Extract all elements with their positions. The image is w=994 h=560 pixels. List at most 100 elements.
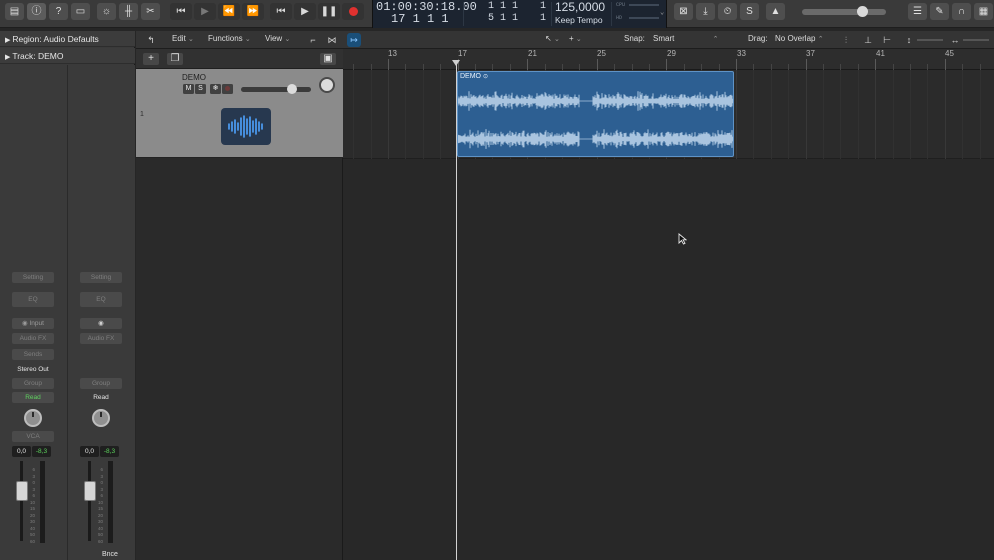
lcd-display[interactable]: 01:00:30:18.00 17 1 1 1 1 1 1 5 1 1 1 1 … [372, 0, 667, 28]
hd-meter [629, 17, 659, 19]
automation-mode-button[interactable]: Read [12, 392, 54, 403]
automation-mode-button[interactable]: Read [80, 392, 122, 403]
track-name[interactable]: DEMO [182, 73, 206, 82]
track-volume-slider[interactable] [241, 84, 311, 94]
back-arrow-icon[interactable]: ↰ [144, 33, 158, 47]
pan-knob[interactable] [24, 409, 42, 427]
group-slot[interactable]: Group [12, 378, 54, 389]
duplicate-track-icon[interactable]: ❐ [167, 53, 183, 65]
grid-line [771, 70, 772, 159]
vca-slot[interactable]: VCA [12, 431, 54, 442]
edit-menu[interactable]: Edit ⌄ [172, 34, 194, 43]
vertical-zoom-slider[interactable] [917, 39, 943, 41]
inspector-icon[interactable]: ⓘ [27, 3, 46, 20]
horizontal-zoom-slider-icon[interactable]: ↔ [948, 33, 962, 47]
channel-name[interactable]: Bnce [102, 551, 118, 558]
track-inspector-header[interactable]: ▶ Track: DEMO [0, 48, 135, 64]
vertical-zoom-icon[interactable]: ⊥ [861, 33, 875, 47]
play-from-selection-icon[interactable]: ▶ [194, 3, 216, 20]
global-tracks-icon[interactable]: ▣ [320, 53, 336, 65]
flex-icon[interactable]: ⋈ [325, 33, 339, 47]
freeze-button[interactable]: ❄ [210, 84, 221, 94]
region-inspector-header[interactable]: ▶ Region: Audio Defaults [0, 31, 135, 47]
replace-icon[interactable]: ⊠ [674, 3, 693, 20]
rewind-icon[interactable]: ⏪ [218, 3, 240, 20]
input-button[interactable]: ◉ Input [12, 318, 54, 329]
horizontal-fit-icon[interactable]: ⊢ [880, 33, 894, 47]
list-editors-icon[interactable]: ☰ [908, 3, 927, 20]
tuning-icon[interactable]: ⤓ [696, 3, 715, 20]
metronome-icon[interactable]: ▲ [766, 3, 785, 20]
bar-ruler[interactable]: 13 17 21 25 29 33 37 41 45 [343, 49, 994, 70]
horizontal-zoom-slider[interactable] [963, 39, 989, 41]
solo-button[interactable]: S [195, 84, 206, 94]
track-lane[interactable]: DEMO ⊙ [343, 70, 994, 159]
catch-playhead-icon[interactable]: ↦ [347, 33, 361, 47]
position-bars: 17 1 1 1 [391, 12, 449, 26]
link-button[interactable]: ◉ [80, 318, 122, 329]
vertical-zoom-slider-icon[interactable]: ↕ [902, 33, 916, 47]
track-pan-knob[interactable] [319, 77, 335, 93]
peak-readout: -8,3 [32, 446, 51, 457]
quick-help-icon[interactable]: ? [49, 3, 68, 20]
sends-slot[interactable]: Sends [12, 349, 54, 360]
solo-mode-icon[interactable]: S [740, 3, 759, 20]
fast-forward-icon[interactable]: ⏩ [242, 3, 264, 20]
volume-fader-track[interactable] [88, 461, 91, 541]
master-volume-slider[interactable] [802, 6, 886, 17]
volume-readout[interactable]: 0,0 [12, 446, 31, 457]
waveform-zoom-icon[interactable]: ⫶ [839, 33, 853, 47]
record-button[interactable] [342, 3, 364, 20]
grid-line [753, 70, 754, 159]
volume-fader-track[interactable] [20, 461, 23, 541]
volume-readout[interactable]: 0,0 [80, 446, 99, 457]
waveform-icon[interactable] [221, 108, 271, 145]
master-volume-knob[interactable] [857, 6, 868, 17]
lcd-menu-chevron-icon[interactable]: ⌄ [660, 8, 664, 17]
audio-fx-slot[interactable]: Audio FX [80, 333, 122, 344]
grid-line [875, 70, 876, 159]
pause-icon[interactable]: ❚❚ [318, 3, 340, 20]
go-to-position-icon[interactable]: ⏮ [270, 3, 292, 20]
eq-button[interactable]: EQ [80, 292, 122, 307]
track-volume-knob[interactable] [287, 84, 297, 94]
record-enable-button[interactable] [222, 84, 233, 94]
track-header[interactable]: 1 DEMO M S ❄ [136, 69, 343, 158]
tempo-mode: Keep Tempo [555, 15, 603, 25]
browser-icon[interactable]: ▦ [974, 3, 993, 20]
library-icon[interactable]: ▤ [5, 3, 24, 20]
bar-label-45: 45 [945, 49, 954, 58]
drag-menu[interactable]: No Overlap ⌃ [775, 34, 824, 43]
ruler-tick [806, 59, 807, 70]
playhead[interactable] [456, 61, 457, 560]
setting-button[interactable]: Setting [12, 272, 54, 283]
mute-button[interactable]: M [183, 84, 194, 94]
loop-browser-icon[interactable]: ∩ [952, 3, 971, 20]
snap-menu[interactable]: Smart ⌃ [653, 34, 718, 43]
note-pad-icon[interactable]: ✎ [930, 3, 949, 20]
smart-controls-icon[interactable]: ☼ [97, 3, 116, 20]
view-menu[interactable]: View ⌄ [265, 34, 290, 43]
secondary-tool-menu[interactable]: + ⌄ [569, 34, 582, 43]
mouse-cursor-icon [678, 233, 688, 247]
go-to-beginning-icon[interactable]: ⏮ [170, 3, 192, 20]
edit-menu-label: Edit [172, 34, 186, 43]
pointer-tool-menu[interactable]: ↖ ⌄ [545, 34, 560, 43]
mixer-icon[interactable]: ╫ [119, 3, 138, 20]
editors-icon[interactable]: ✂ [141, 3, 160, 20]
tracks-area[interactable]: DEMO ⊙ [343, 70, 994, 560]
add-track-button[interactable]: + [143, 53, 159, 65]
functions-menu[interactable]: Functions ⌄ [208, 34, 251, 43]
region-inspector-label: Region: Audio Defaults [12, 34, 99, 44]
automation-icon[interactable]: ⌐ [306, 33, 320, 47]
audio-region[interactable]: DEMO ⊙ [457, 71, 734, 157]
audio-fx-slot[interactable]: Audio FX [12, 333, 54, 344]
output-button[interactable]: Stereo Out [12, 364, 54, 375]
play-icon[interactable]: ▶ [294, 3, 316, 20]
group-slot[interactable]: Group [80, 378, 122, 389]
toolbar-icon[interactable]: ▭ [71, 3, 90, 20]
pan-knob[interactable] [92, 409, 110, 427]
eq-button[interactable]: EQ [12, 292, 54, 307]
count-in-icon[interactable]: ⏲ [718, 3, 737, 20]
setting-button[interactable]: Setting [80, 272, 122, 283]
